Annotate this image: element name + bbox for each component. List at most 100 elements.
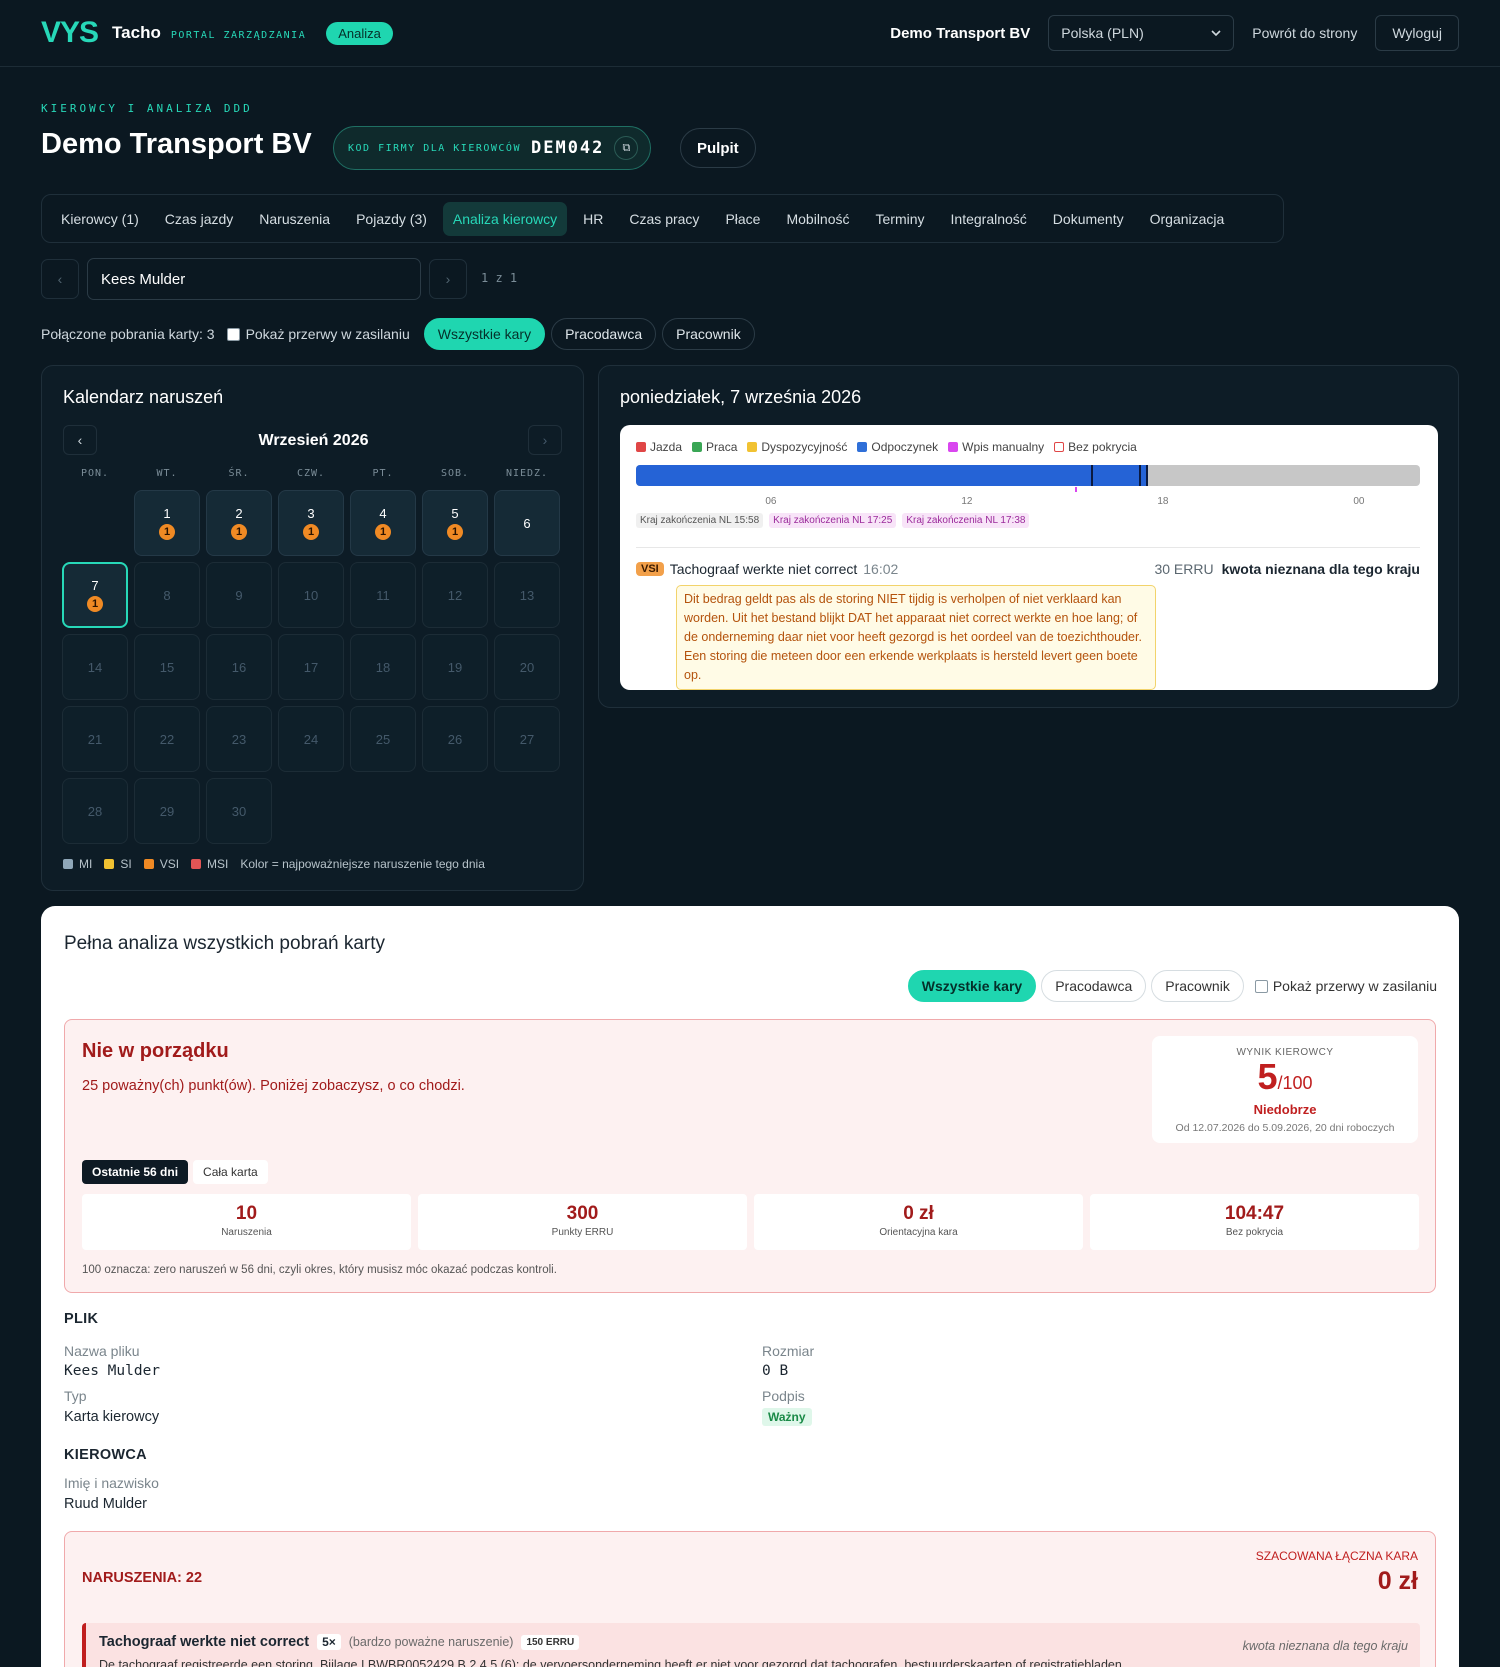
calendar-day[interactable]: 19 [422, 634, 488, 700]
calendar-day[interactable]: 22 [134, 706, 200, 772]
calendar-day-number: 16 [231, 659, 247, 675]
full-power-breaks-label[interactable]: Pokaż przerwy w zasilaniu [1273, 978, 1437, 994]
calendar-day[interactable]: 41 [350, 490, 416, 556]
legend-label: MSI [207, 857, 229, 871]
calendar-day[interactable]: 21 [206, 490, 272, 556]
full-power-breaks-checkbox[interactable] [1254, 979, 1268, 993]
violation-item[interactable]: Tachograaf werkte niet correct 5× (bardz… [82, 1623, 1420, 1667]
calendar-day[interactable]: 28 [62, 778, 128, 844]
calendar-day-number: 5 [451, 506, 459, 521]
driver-name-label: Imię i nazwisko [64, 1475, 159, 1491]
calendar-day[interactable]: 18 [350, 634, 416, 700]
full-filters: Wszystkie kary Pracodawca Pracownik Pokaż … [907, 970, 1437, 1002]
score-label: WYNIK KIEROWCY [1236, 1047, 1334, 1058]
calendar-day[interactable]: 21 [62, 706, 128, 772]
score-value: 5 [1257, 1056, 1278, 1097]
stat-value: 10 [235, 1203, 258, 1224]
tab-item[interactable]: Organizacja [1140, 202, 1235, 236]
calendar-day[interactable]: 16 [206, 634, 272, 700]
calendar-day[interactable]: 8 [134, 562, 200, 628]
stat-card: 10 Naruszenia [82, 1194, 411, 1250]
calendar-day[interactable]: 24 [278, 706, 344, 772]
tab-item[interactable]: Integralność [941, 202, 1037, 236]
penalty-filter-chips: Wszystkie kary Pracodawca Pracownik [423, 318, 755, 350]
legend-label: Bez pokrycia [1068, 440, 1137, 454]
calendar-day[interactable]: 29 [134, 778, 200, 844]
page-eyebrow: KIEROWCY I ANALIZA DDD [41, 102, 253, 115]
calendar-day[interactable]: 15 [134, 634, 200, 700]
file-name-value: Kees Mulder [64, 1363, 161, 1379]
tab-item[interactable]: Analiza kierowcy [442, 201, 568, 236]
driver-select[interactable]: Kees Mulder [87, 258, 421, 300]
stat-label: Naruszenia [221, 1227, 272, 1238]
calendar-day[interactable]: 17 [278, 634, 344, 700]
calendar-day[interactable]: 12 [422, 562, 488, 628]
logo[interactable]: VYS Tacho PORTAL ZARZĄDZANIA Analiza [41, 16, 393, 50]
violation-item-description: De tachograaf registreerde een storing. … [99, 1658, 1122, 1667]
calendar-day[interactable]: 23 [206, 706, 272, 772]
legend-label: Dyspozycyjność [761, 440, 848, 454]
calendar-day-number: 28 [87, 803, 103, 819]
tab-item[interactable]: Kierowcy (1) [51, 202, 149, 236]
full-penalty-chip[interactable]: Pracownik [1151, 970, 1244, 1002]
calendar-day[interactable]: 20 [494, 634, 560, 700]
total-fine-value: 0 zł [1377, 1567, 1418, 1595]
country-select[interactable]: Polska (PLN) [1048, 15, 1235, 51]
calendar-day[interactable]: 31 [278, 490, 344, 556]
violation-count-badge: 1 [159, 524, 175, 540]
period-tab[interactable]: Ostatnie 56 dni [82, 1160, 189, 1184]
prev-driver-button[interactable]: ‹ [41, 259, 79, 299]
weekday-label: SOB. [440, 468, 470, 479]
power-breaks-label[interactable]: Pokaż przerwy w zasilaniu [246, 326, 410, 342]
manual-entry-marker [1075, 487, 1077, 492]
calendar-day[interactable]: 11 [350, 562, 416, 628]
pulpit-button[interactable]: Pulpit [680, 128, 756, 168]
calendar-day[interactable]: 10 [278, 562, 344, 628]
activity-timeline[interactable] [636, 465, 1420, 486]
tab-item[interactable]: Czas pracy [619, 202, 709, 236]
full-penalty-chip[interactable]: Pracodawca [1041, 970, 1147, 1002]
calendar-day[interactable]: 13 [494, 562, 560, 628]
calendar-day[interactable]: 51 [422, 490, 488, 556]
calendar-day[interactable]: 9 [206, 562, 272, 628]
tab-item[interactable]: Pojazdy (3) [346, 202, 437, 236]
penalty-filter-chip[interactable]: Pracodawca [551, 318, 657, 350]
legend-swatch [857, 442, 868, 452]
day-detail-title: poniedziałek, 7 września 2026 [620, 387, 862, 407]
penalty-filter-chip[interactable]: Pracownik [662, 318, 755, 350]
weekday-label: NIEDZ. [505, 468, 549, 479]
tab-item[interactable]: Płace [715, 202, 770, 236]
calendar-day-number: 8 [163, 587, 171, 603]
tab-item[interactable]: Naruszenia [249, 202, 340, 236]
calendar-day[interactable]: 71 [62, 562, 128, 628]
driver-pager: 1 z 1 [481, 271, 518, 285]
power-breaks-checkbox[interactable] [226, 327, 240, 341]
calendar-day-number: 15 [159, 659, 175, 675]
tab-item[interactable]: Mobilność [776, 202, 859, 236]
calendar-day[interactable]: 27 [494, 706, 560, 772]
calendar-next-button[interactable]: › [528, 425, 562, 455]
calendar-day[interactable]: 11 [134, 490, 200, 556]
tab-item[interactable]: HR [573, 202, 613, 236]
timeline-hour: 18 [1157, 496, 1169, 507]
logout-button[interactable]: Wyloguj [1375, 15, 1459, 51]
calendar-day[interactable]: 6 [494, 490, 560, 556]
violation-row[interactable]: VSI Tachograaf werkte niet correct 16:02… [636, 547, 1420, 690]
calendar-day[interactable]: 25 [350, 706, 416, 772]
calendar-day[interactable]: 26 [422, 706, 488, 772]
copy-icon[interactable]: ⧉ [614, 136, 639, 160]
stat-label: Punkty ERRU [551, 1227, 614, 1238]
calendar-day[interactable]: 14 [62, 634, 128, 700]
legend-swatch [63, 859, 73, 869]
penalty-filter-chip[interactable]: Wszystkie kary [423, 318, 546, 350]
back-link[interactable]: Powrót do strony [1252, 25, 1357, 41]
full-penalty-chip[interactable]: Wszystkie kary [907, 970, 1037, 1002]
tab-item[interactable]: Dokumenty [1043, 202, 1134, 236]
tab-item[interactable]: Terminy [866, 202, 935, 236]
violation-item-severity: (bardzo poważne naruszenie) [348, 1635, 514, 1649]
calendar-day[interactable]: 30 [206, 778, 272, 844]
period-tab[interactable]: Cała karta [193, 1160, 268, 1184]
tab-item[interactable]: Czas jazdy [155, 202, 243, 236]
next-driver-button[interactable]: › [429, 259, 467, 299]
calendar-day-number: 30 [231, 803, 247, 819]
